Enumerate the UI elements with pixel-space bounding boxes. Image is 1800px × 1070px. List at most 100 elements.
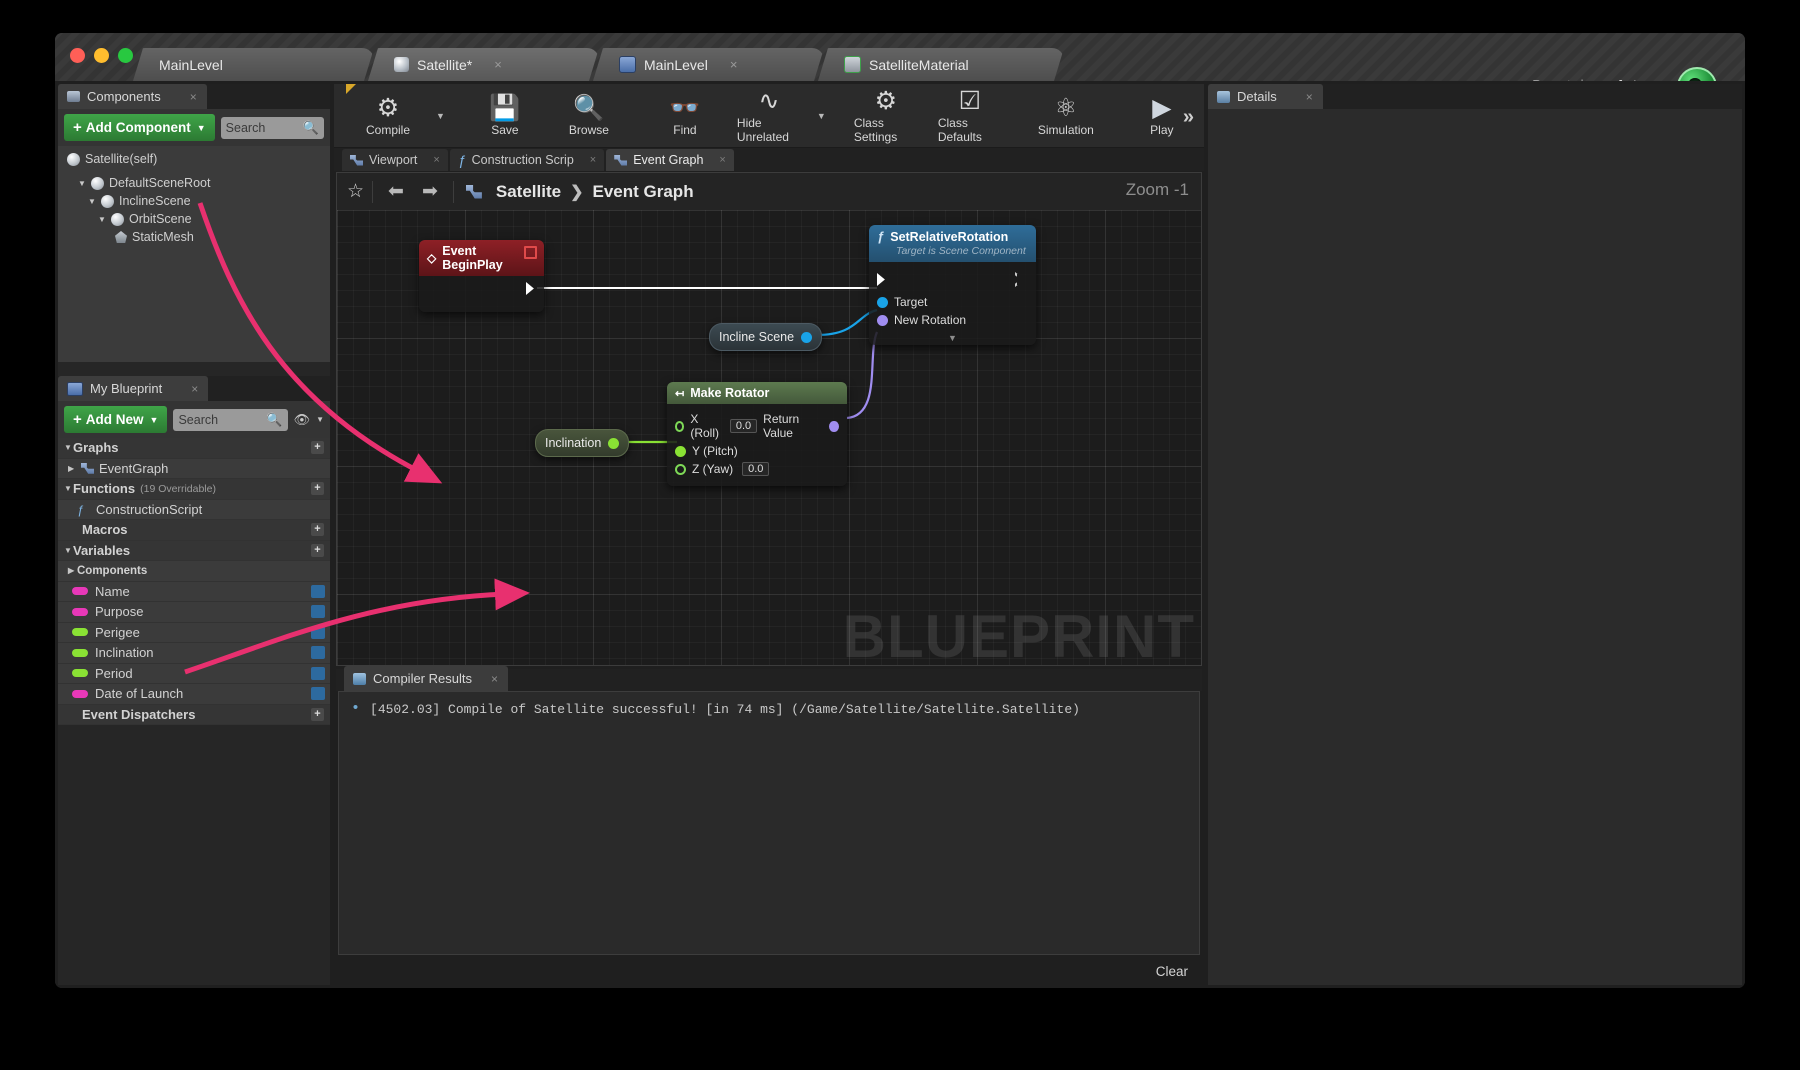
expand-arrow-icon[interactable]: ▼ (88, 197, 96, 206)
add-new-button[interactable]: + Add New ▼ (64, 406, 168, 433)
x-roll-value-field[interactable]: 0.0 (729, 419, 758, 433)
list-item[interactable]: • [4502.03] Compile of Satellite success… (351, 701, 1187, 717)
toolbar-class-defaults-button[interactable]: ☑ Class Defaults (928, 84, 1012, 147)
node-inclination-getter[interactable]: Inclination (535, 429, 630, 457)
list-item-variable-purpose[interactable]: Purpose (58, 602, 330, 623)
object-output-pin[interactable] (801, 331, 813, 343)
float-input-pin[interactable] (675, 463, 686, 475)
tab-viewport[interactable]: Viewport × (342, 149, 448, 171)
section-event-dispatchers[interactable]: Event Dispatchers + (58, 704, 330, 725)
back-arrow-icon[interactable]: ⬅ (381, 180, 411, 203)
expand-arrow-icon[interactable]: ▼ (64, 443, 73, 452)
tab-mainlevel-2[interactable]: MainLevel × (593, 48, 824, 81)
chevron-down-icon[interactable]: ▼ (948, 333, 957, 343)
forward-arrow-icon[interactable]: ➡ (415, 180, 445, 203)
object-input-pin[interactable] (877, 296, 888, 308)
breadcrumb-item-event-graph[interactable]: Event Graph (593, 182, 694, 202)
breadcrumb-item-satellite[interactable]: Satellite (496, 182, 561, 202)
tab-satellite[interactable]: Satellite* × (368, 48, 599, 81)
breadcrumb[interactable]: Satellite ❯ Event Graph (496, 182, 694, 202)
float-input-pin[interactable] (675, 445, 686, 457)
details-panel-body[interactable] (1208, 109, 1742, 985)
pin-row-target[interactable]: Target (869, 293, 1036, 311)
add-variable-button[interactable]: + (311, 543, 324, 557)
eye-toggle-icon[interactable] (311, 646, 325, 659)
tree-item-defaultsceneroot[interactable]: ▼ DefaultSceneRoot (58, 174, 330, 192)
visibility-eye-icon[interactable]: 👁 (294, 412, 311, 428)
toolbar-save-button[interactable]: 💾 Save (463, 84, 547, 147)
eye-toggle-icon[interactable] (311, 605, 325, 618)
expand-arrow-icon[interactable]: ▶ (64, 566, 77, 575)
close-icon[interactable]: × (730, 57, 738, 72)
tab-satellitematerial[interactable]: SatelliteMaterial (818, 48, 1064, 81)
compiler-messages-list[interactable]: • [4502.03] Compile of Satellite success… (338, 691, 1200, 955)
event-graph-editor[interactable]: ☆ ⬅ ➡ Satellite ❯ Event Graph Zoom -1 ◇ … (336, 172, 1202, 666)
pin-row-new-rotation[interactable]: New Rotation (869, 311, 1036, 329)
favorite-star-icon[interactable]: ☆ (347, 180, 364, 203)
section-macros[interactable]: Macros + (58, 520, 330, 541)
expand-arrow-icon[interactable]: ▶ (64, 464, 77, 473)
toolbar-browse-button[interactable]: 🔍 Browse (547, 84, 631, 147)
maximize-window-button[interactable] (118, 48, 133, 63)
eye-toggle-icon[interactable] (311, 687, 325, 700)
toolbar-overflow-button[interactable]: » (1183, 106, 1194, 129)
myblueprint-search-input[interactable]: Search 🔍 (173, 408, 288, 431)
add-graph-button[interactable]: + (311, 441, 324, 454)
add-function-button[interactable]: + (311, 482, 324, 495)
node-header[interactable]: ƒ SetRelativeRotation Target is Scene Co… (869, 225, 1036, 262)
node-header[interactable]: ◇ Event BeginPlay (419, 240, 544, 276)
add-event-dispatcher-button[interactable]: + (311, 707, 324, 721)
subsection-components[interactable]: ▶ Components (58, 561, 330, 582)
section-graphs[interactable]: ▼ Graphs + (58, 438, 330, 459)
tab-event-graph[interactable]: Event Graph × (606, 149, 734, 171)
window-tab-bar[interactable]: MainLevel Satellite* × MainLevel × Satel… (133, 43, 1058, 81)
node-set-relative-rotation[interactable]: ƒ SetRelativeRotation Target is Scene Co… (869, 225, 1036, 345)
tree-item-self[interactable]: Satellite(self) (58, 150, 330, 168)
minimize-window-button[interactable] (94, 48, 109, 63)
toolbar-compile-button[interactable]: ⚙ Compile (346, 84, 430, 147)
list-item-eventgraph[interactable]: ▶ EventGraph (58, 458, 330, 479)
close-icon[interactable]: × (719, 154, 725, 166)
exec-output-pin[interactable] (526, 282, 534, 295)
pin-row-y-pitch[interactable]: Y (Pitch) (667, 442, 847, 460)
section-functions[interactable]: ▼ Functions (19 Overridable) + (58, 479, 330, 500)
close-icon[interactable]: × (190, 90, 197, 104)
expand-arrow-icon[interactable]: ▼ (64, 484, 73, 493)
list-item-variable-perigee[interactable]: Perigee (58, 622, 330, 643)
expand-arrow-icon[interactable]: ▼ (98, 215, 106, 224)
components-search-input[interactable]: Search 🔍 (220, 116, 324, 139)
close-icon[interactable]: × (191, 382, 198, 396)
tab-mainlevel-1[interactable]: MainLevel (133, 48, 374, 81)
z-yaw-value-field[interactable]: 0.0 (742, 462, 770, 476)
my-blueprint-list[interactable]: ▼ Graphs + ▶ EventGraph ▼ Functions (19 … (58, 438, 330, 725)
pin-row-z-yaw[interactable]: Z (Yaw) 0.0 (667, 460, 847, 478)
add-component-button[interactable]: + Add Component ▼ (64, 114, 215, 141)
tab-components[interactable]: Components × (58, 84, 207, 109)
graph-canvas[interactable]: ◇ Event BeginPlay ƒ SetRelativeRotation (337, 210, 1201, 665)
tree-item-orbitscene[interactable]: ▼ OrbitScene (58, 210, 330, 228)
node-header[interactable]: ↤ Make Rotator (667, 382, 847, 404)
close-icon[interactable]: × (590, 154, 596, 166)
eye-toggle-icon[interactable] (311, 625, 325, 639)
section-variables[interactable]: ▼ Variables + (58, 540, 330, 561)
components-tree[interactable]: Satellite(self) ▼ DefaultSceneRoot ▼ Inc… (58, 146, 330, 362)
struct-input-pin[interactable] (877, 314, 888, 326)
expand-arrow-icon[interactable]: ▼ (64, 546, 73, 555)
close-icon[interactable]: × (433, 154, 439, 166)
toolbar-class-settings-button[interactable]: ⚙ Class Settings (844, 84, 928, 147)
exec-input-pin[interactable] (877, 273, 885, 286)
toolbar-find-button[interactable]: 👓 Find (643, 84, 727, 147)
chevron-down-icon[interactable]: ▼ (316, 415, 324, 424)
compile-options-chevron-down-icon[interactable]: ▼ (430, 84, 451, 147)
list-item-variable-date-of-launch[interactable]: Date of Launch (58, 684, 330, 705)
node-incline-scene-getter[interactable]: Incline Scene (709, 323, 823, 351)
list-item-variable-inclination[interactable]: Inclination (58, 643, 330, 664)
toolbar-hide-unrelated-button[interactable]: ∿ Hide Unrelated (727, 84, 811, 147)
node-make-rotator[interactable]: ↤ Make Rotator X (Roll) 0.0 Return Value (667, 382, 847, 486)
tree-item-inclinescene[interactable]: ▼ InclineScene (58, 192, 330, 210)
close-icon[interactable]: × (491, 672, 498, 686)
delegate-square-icon[interactable] (524, 246, 537, 259)
node-event-begin-play[interactable]: ◇ Event BeginPlay (419, 240, 544, 312)
float-input-pin[interactable] (675, 420, 685, 432)
toolbar-simulation-button[interactable]: ⚛ Simulation (1024, 84, 1108, 147)
